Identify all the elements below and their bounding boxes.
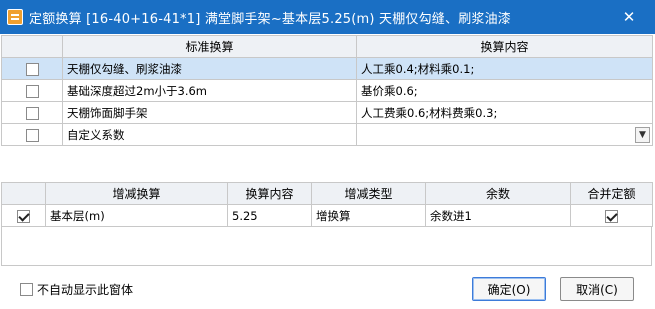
row-checkbox[interactable] <box>25 128 39 142</box>
row-checkbox[interactable] <box>25 106 39 120</box>
no-auto-show-label: 不自动显示此窗体 <box>37 283 134 297</box>
table-empty-area <box>1 226 652 266</box>
conversion-content[interactable]: 人工乘0.4;材料乘0.1; <box>356 57 653 80</box>
ok-button[interactable]: 确定(O) <box>472 277 546 301</box>
table-row[interactable]: 自定义系数 ▼ <box>1 123 653 146</box>
title-bar: 定额换算 [16-40+16-41*1] 满堂脚手架~基本层5.25(m) 天棚… <box>0 0 655 34</box>
row-checkbox[interactable] <box>17 209 30 223</box>
header-conversion-content: 换算内容 <box>227 182 312 205</box>
increment-name[interactable]: 基本层(m) <box>45 204 228 227</box>
no-auto-show-checkbox[interactable] <box>20 283 33 296</box>
header-merge-quota: 合并定额 <box>570 182 653 205</box>
app-icon <box>7 9 23 25</box>
row-checkbox[interactable] <box>25 62 39 76</box>
header-increment-conversion: 增减换算 <box>45 182 228 205</box>
row-checkbox[interactable] <box>25 84 39 98</box>
header-increment-type: 增减类型 <box>311 182 426 205</box>
window-title: 定额换算 [16-40+16-41*1] 满堂脚手架~基本层5.25(m) 天棚… <box>29 11 511 27</box>
header-conversion-content: 换算内容 <box>356 35 653 58</box>
no-auto-show-option[interactable]: 不自动显示此窗体 <box>20 281 133 298</box>
increment-type[interactable]: 增换算 <box>311 204 426 227</box>
conversion-name[interactable]: 天棚饰面脚手架 <box>62 101 357 124</box>
conversion-name[interactable]: 基础深度超过2m小于3.6m <box>62 79 357 102</box>
remainder-value[interactable]: 余数进1 <box>425 204 571 227</box>
conversion-name[interactable]: 天棚仅勾缝、刷浆油漆 <box>62 57 357 80</box>
conversion-content[interactable]: 人工费乘0.6;材料费乘0.3; <box>356 101 653 124</box>
table-row[interactable]: 天棚饰面脚手架 人工费乘0.6;材料费乘0.3; <box>1 101 653 124</box>
increment-conversion-table: 增减换算 换算内容 增减类型 余数 合并定额 基本层(m) 5.25 增换算 余… <box>1 182 653 227</box>
header-checkbox-col <box>1 182 46 205</box>
table-row[interactable]: 基本层(m) 5.25 增换算 余数进1 <box>1 204 653 227</box>
dialog-body: 标准换算 换算内容 天棚仅勾缝、刷浆油漆 人工乘0.4;材料乘0.1; 基础深度… <box>0 34 655 309</box>
header-remainder: 余数 <box>425 182 571 205</box>
standard-conversion-table: 标准换算 换算内容 天棚仅勾缝、刷浆油漆 人工乘0.4;材料乘0.1; 基础深度… <box>1 35 653 146</box>
table-row[interactable]: 天棚仅勾缝、刷浆油漆 人工乘0.4;材料乘0.1; <box>1 57 653 80</box>
table-spacer <box>1 153 652 182</box>
close-button[interactable]: ✕ <box>619 7 639 27</box>
increment-content[interactable]: 5.25 <box>227 204 312 227</box>
conversion-name[interactable]: 自定义系数 <box>62 123 357 146</box>
header-checkbox-col <box>1 35 63 58</box>
table-row[interactable]: 基础深度超过2m小于3.6m 基价乘0.6; <box>1 79 653 102</box>
conversion-content[interactable]: 基价乘0.6; <box>356 79 653 102</box>
cancel-button[interactable]: 取消(C) <box>560 277 634 301</box>
custom-factor-select[interactable]: ▼ <box>356 123 653 146</box>
header-standard-conversion: 标准换算 <box>62 35 357 58</box>
merge-quota-checkbox[interactable] <box>605 209 618 223</box>
chevron-down-icon[interactable]: ▼ <box>635 127 650 143</box>
